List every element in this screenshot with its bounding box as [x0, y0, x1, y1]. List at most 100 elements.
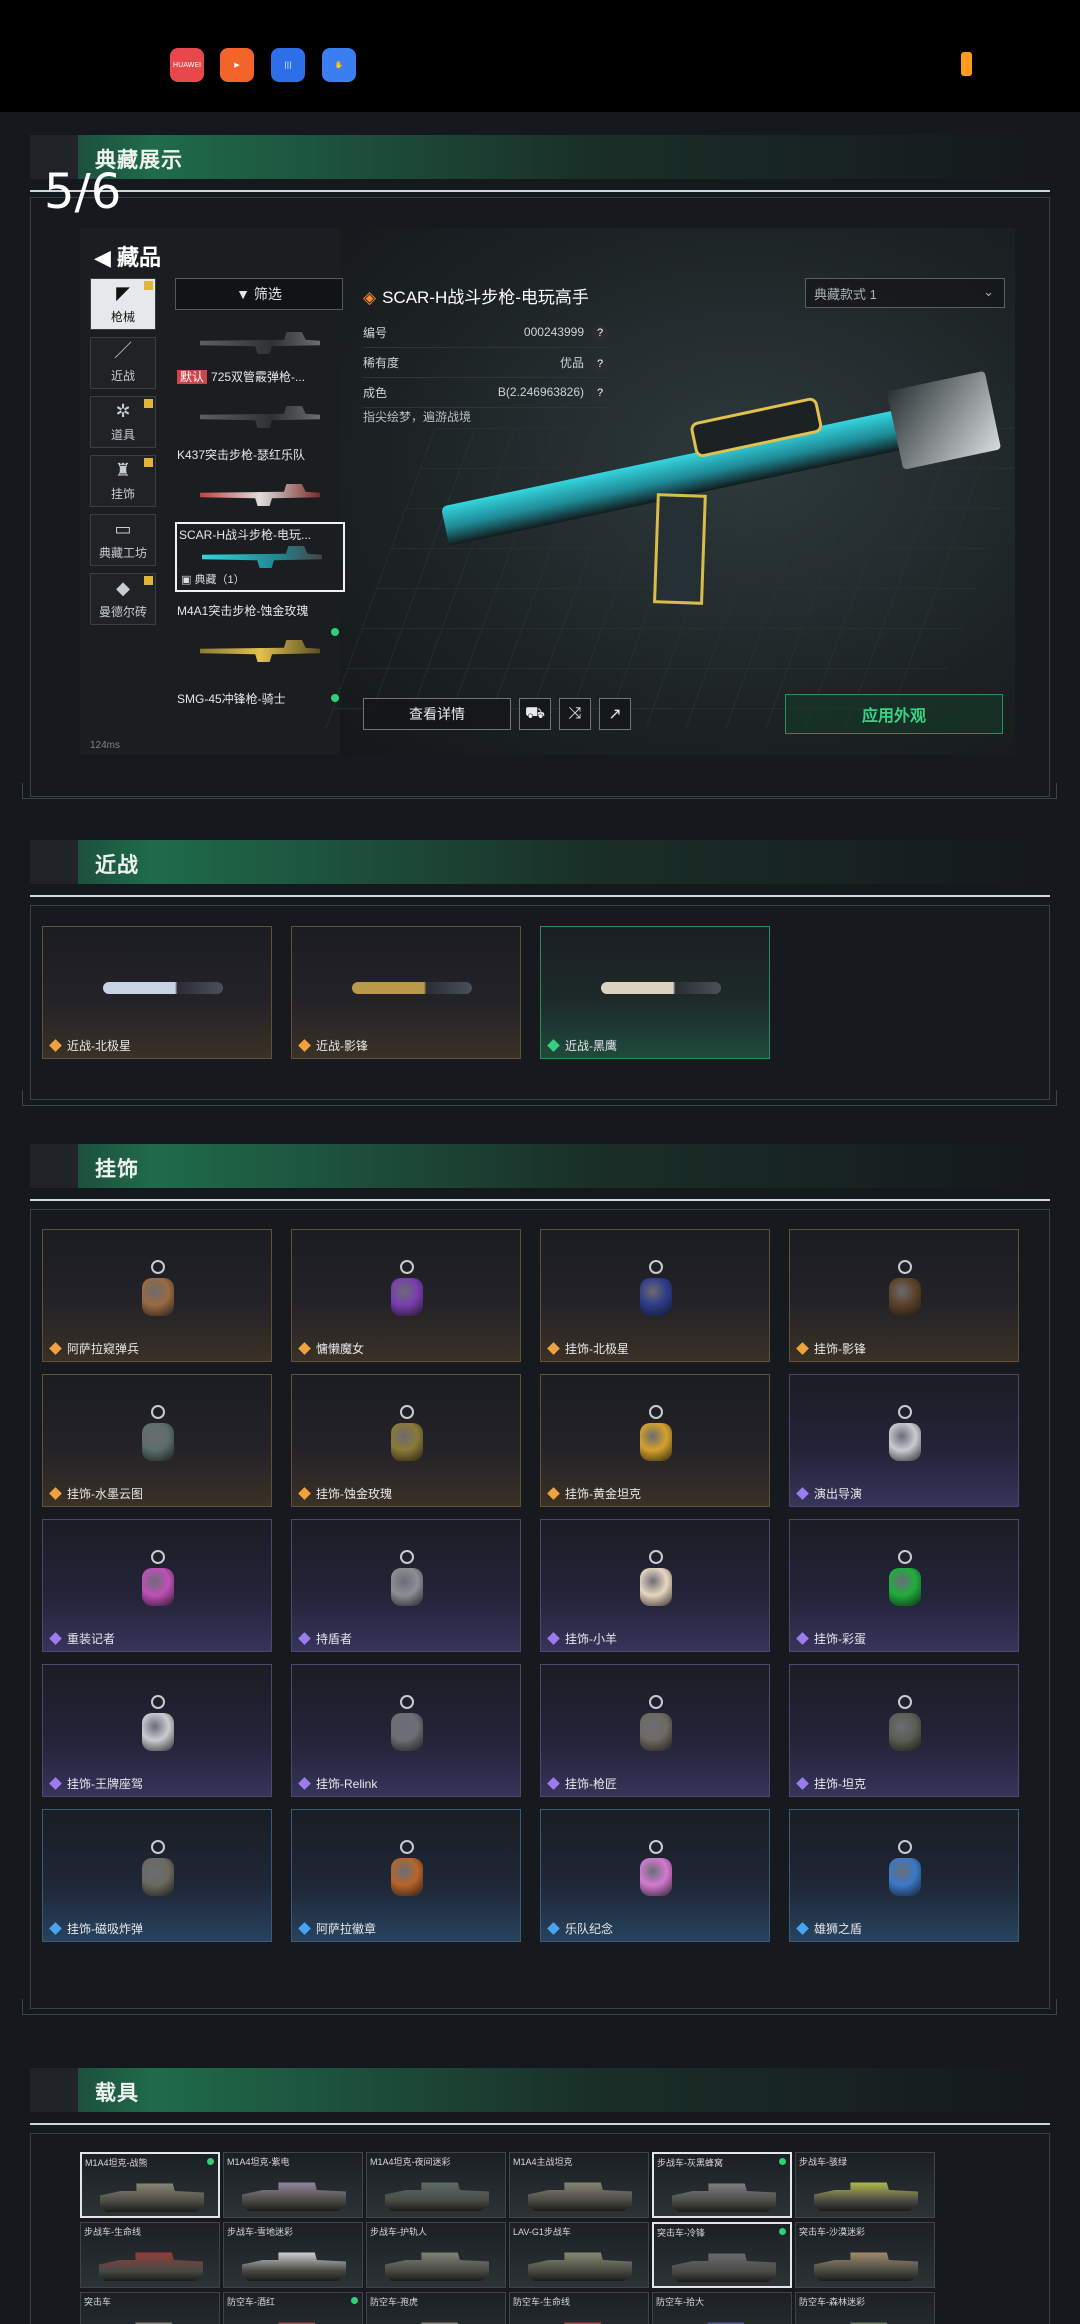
vehicle-card[interactable]: 步战车-骇绿	[795, 2152, 935, 2218]
view-details-button[interactable]: 查看详情	[363, 698, 511, 730]
vehicle-card[interactable]: 步战车-灰黑蜂窝	[652, 2152, 792, 2218]
cart-icon[interactable]: ⛟	[519, 698, 551, 730]
knife-image	[352, 982, 472, 994]
tab-items[interactable]: ✲ 道具	[90, 396, 156, 448]
item-label: 挂饰-小羊	[565, 1632, 617, 1646]
charm-image	[138, 1405, 178, 1463]
vehicle-card[interactable]: 突击车	[80, 2292, 220, 2324]
vehicle-card[interactable]: 步战车-生命线	[80, 2222, 220, 2288]
item-label: 近战-黑鹰	[565, 1039, 617, 1053]
charm-card[interactable]: 阿萨拉徽章	[291, 1809, 521, 1942]
charm-card[interactable]: 演出导演	[789, 1374, 1019, 1507]
tab-charms[interactable]: ♜ 挂饰	[90, 455, 156, 507]
list-item[interactable]: M4A1突击步枪-蚀金玫瑰	[175, 600, 345, 670]
list-item[interactable]: K437突击步枪-瑟红乐队	[175, 444, 345, 514]
charm-card[interactable]: 挂饰-Relink	[291, 1664, 521, 1797]
charm-image	[636, 1840, 676, 1898]
prop-value: 优品	[559, 355, 584, 370]
gun-thumbnail	[200, 640, 320, 662]
item-label: 乐队纪念	[565, 1922, 614, 1936]
charm-card[interactable]: 挂饰-彩蛋	[789, 1519, 1019, 1652]
charm-card[interactable]: 慵懒魔女	[291, 1229, 521, 1362]
charm-card[interactable]: 挂饰-黄金坦克	[540, 1374, 770, 1507]
charm-card[interactable]: 阿萨拉窥弹兵	[42, 1229, 272, 1362]
collection-count-label: 典藏（1）	[194, 574, 245, 586]
item-label: 近战-北极星	[67, 1039, 131, 1053]
vehicle-card[interactable]: 防空车-森林迷彩	[795, 2292, 935, 2324]
list-item[interactable]: 默认 725双管霰弹枪-...	[175, 366, 345, 436]
vehicle-card[interactable]: M1A4坦克-战熊	[80, 2152, 220, 2218]
item-name: 演出导演	[796, 1485, 862, 1502]
charm-ring	[898, 1840, 912, 1854]
charm-image	[387, 1550, 427, 1608]
back-header[interactable]: ◀ 藏品	[94, 240, 161, 272]
frame-edge	[22, 1090, 1057, 1106]
charm-image	[636, 1695, 676, 1753]
charm-card[interactable]: 雄狮之盾	[789, 1809, 1019, 1942]
help-icon[interactable]: ?	[592, 355, 608, 372]
help-icon[interactable]: ?	[592, 324, 608, 341]
charm-card[interactable]: 挂饰-小羊	[540, 1519, 770, 1652]
charm-image	[387, 1405, 427, 1463]
vehicle-card[interactable]: M1A4坦克-紫电	[223, 2152, 363, 2218]
item-label: 挂饰-蚀金玫瑰	[316, 1487, 392, 1501]
shuffle-icon[interactable]: ⤨	[559, 698, 591, 730]
charm-card[interactable]: 挂饰-坦克	[789, 1664, 1019, 1797]
prop-row: 编号 000243999?	[363, 318, 608, 348]
vehicle-card[interactable]: 防空车-拾大	[652, 2292, 792, 2324]
vehicle-card[interactable]: 防空车-孢虎	[366, 2292, 506, 2324]
vehicle-card[interactable]: 步战车-雪地迷彩	[223, 2222, 363, 2288]
vehicle-label: M1A4坦克-夜间迷彩	[370, 2157, 451, 2167]
filter-button[interactable]: ▼ 筛选	[175, 278, 343, 310]
charm-card[interactable]: 重装记者	[42, 1519, 272, 1652]
section-title: 近战	[95, 854, 139, 877]
charm-card[interactable]: 持盾者	[291, 1519, 521, 1652]
melee-card[interactable]: 近战-黑鹰	[540, 926, 770, 1059]
workshop-icon: ▭	[114, 519, 132, 539]
tab-label: 典藏工坊	[98, 546, 147, 560]
tab-workshop[interactable]: ▭ 典藏工坊	[90, 514, 156, 566]
share-icon[interactable]: ↗	[599, 698, 631, 730]
charm-card[interactable]: 挂饰-北极星	[540, 1229, 770, 1362]
charm-card[interactable]: 挂饰-磁吸炸弹	[42, 1809, 272, 1942]
item-name: 挂饰-彩蛋	[796, 1630, 866, 1647]
help-icon[interactable]: ?	[592, 384, 608, 401]
melee-card[interactable]: 近战-北极星	[42, 926, 272, 1059]
item-name: 挂饰-黄金坦克	[547, 1485, 641, 1502]
vehicle-card[interactable]: LAV-G1步战车	[509, 2222, 649, 2288]
vehicle-card[interactable]: 突击车-沙漠迷彩	[795, 2222, 935, 2288]
tab-bricks[interactable]: ◆ 曼德尔砖	[90, 573, 156, 625]
charm-image	[387, 1260, 427, 1318]
item-name: 挂饰-磁吸炸弹	[49, 1920, 143, 1937]
vehicle-card[interactable]: 防空车-生命线	[509, 2292, 649, 2324]
charm-card[interactable]: 挂饰-水墨云图	[42, 1374, 272, 1507]
vehicle-card[interactable]: M1A4坦克-夜间迷彩	[366, 2152, 506, 2218]
page-indicator: 5/6	[44, 164, 122, 220]
charm-card[interactable]: 挂饰-蚀金玫瑰	[291, 1374, 521, 1507]
list-item-selected[interactable]: SCAR-H战斗步枪-电玩... ▣ 典藏（1）	[175, 522, 345, 592]
vehicle-card[interactable]: 步战车-护轨人	[366, 2222, 506, 2288]
ping-readout: 124ms	[90, 740, 121, 751]
charm-card[interactable]: 挂饰-枪匠	[540, 1664, 770, 1797]
vehicle-card[interactable]: 防空车-酒红	[223, 2292, 363, 2324]
charm-card[interactable]: 挂饰-王牌座驾	[42, 1664, 272, 1797]
tab-melee[interactable]: ／ 近战	[90, 337, 156, 389]
vehicle-label: 防空车-孢虎	[370, 2297, 418, 2307]
charm-image	[636, 1260, 676, 1318]
vehicle-card[interactable]: M1A4主战坦克	[509, 2152, 649, 2218]
charm-card[interactable]: 挂饰-影锋	[789, 1229, 1019, 1362]
charm-ring	[151, 1695, 165, 1709]
vehicle-card[interactable]: 突击车-冷锋	[652, 2222, 792, 2288]
tab-guns[interactable]: ◤ 枪械	[90, 278, 156, 330]
item-name: 挂饰-坦克	[796, 1775, 866, 1792]
list-item[interactable]	[175, 318, 345, 358]
item-label: 挂饰-黄金坦克	[565, 1487, 641, 1501]
melee-card[interactable]: 近战-影锋	[291, 926, 521, 1059]
list-item[interactable]: SMG-45冲锋枪-骑士	[175, 678, 345, 708]
charm-card[interactable]: 乐队纪念	[540, 1809, 770, 1942]
frame-edge	[22, 1999, 1057, 2015]
item-name: 挂饰-小羊	[547, 1630, 617, 1647]
apply-skin-button[interactable]: 应用外观	[785, 694, 1003, 734]
rarity-icon	[547, 1922, 560, 1935]
style-dropdown[interactable]: 典藏款式 1 ⌄	[805, 278, 1005, 308]
